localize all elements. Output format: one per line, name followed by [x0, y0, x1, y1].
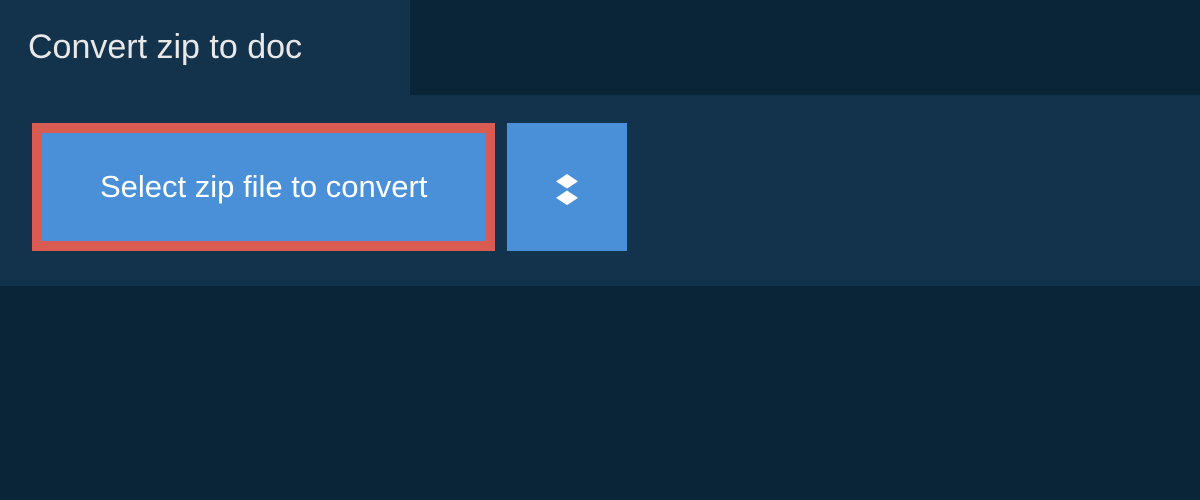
dropbox-button[interactable]: [507, 123, 627, 251]
tab-convert[interactable]: Convert zip to doc: [0, 0, 410, 95]
select-file-label: Select zip file to convert: [100, 169, 427, 205]
select-file-button[interactable]: Select zip file to convert: [32, 123, 495, 251]
tab-bar: Convert zip to doc: [0, 0, 1200, 95]
tab-spacer: [410, 0, 1200, 95]
dropbox-icon: [545, 163, 589, 212]
converter-panel: Convert zip to doc Select zip file to co…: [0, 0, 1200, 286]
button-row: Select zip file to convert: [0, 95, 1200, 251]
tab-label: Convert zip to doc: [28, 28, 302, 66]
